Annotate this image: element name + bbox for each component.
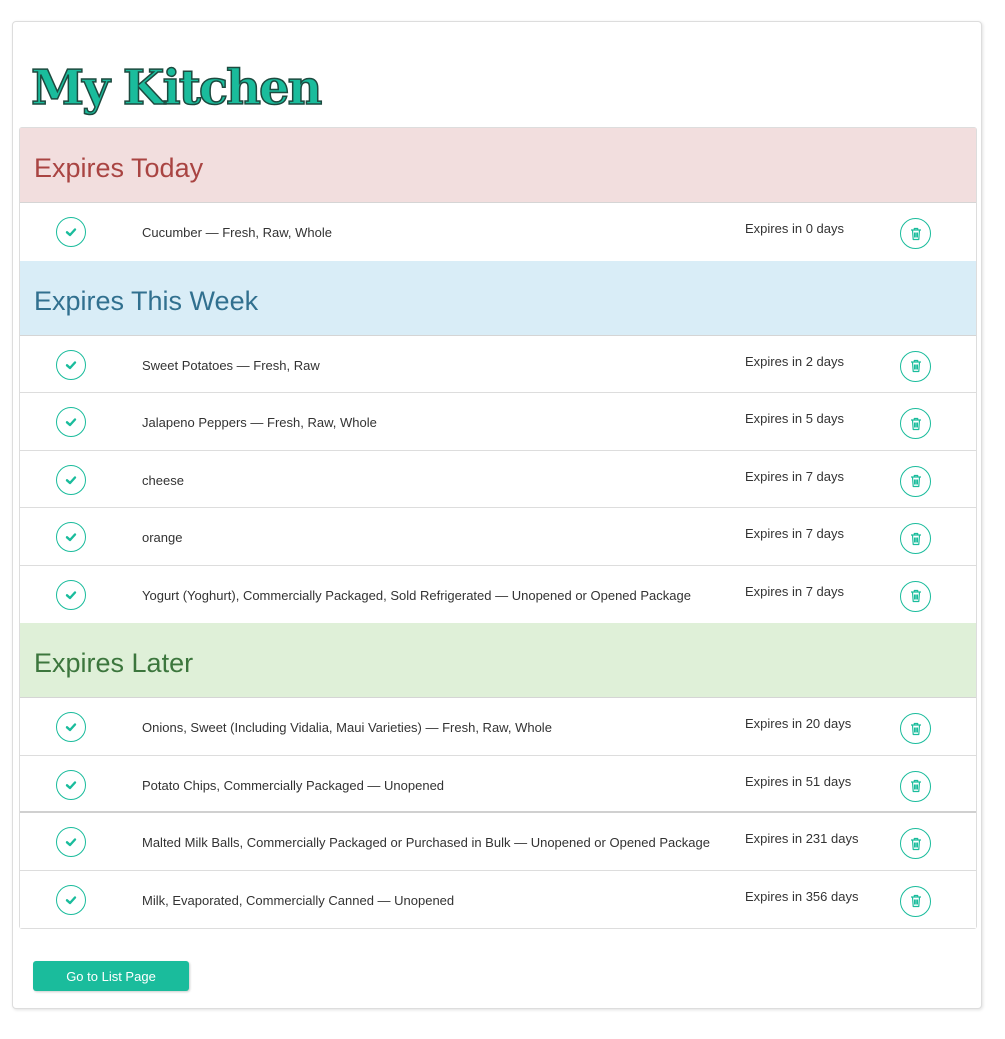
- list-item: Yogurt (Yoghurt), Commercially Packaged,…: [20, 565, 976, 623]
- expiry-text: Expires in 7 days: [745, 468, 844, 484]
- list-item: Malted Milk Balls, Commercially Packaged…: [20, 813, 976, 871]
- list-item: Sweet Potatoes — Fresh, Raw Expires in 2…: [20, 335, 976, 393]
- check-icon[interactable]: [56, 407, 86, 437]
- trash-icon[interactable]: [900, 580, 931, 612]
- item-name: Cucumber — Fresh, Raw, Whole: [142, 225, 333, 240]
- item-name: Milk, Evaporated, Commercially Canned — …: [142, 892, 455, 908]
- item-name: Jalapeno Peppers — Fresh, Raw, Whole: [142, 415, 377, 430]
- item-name: Sweet Potatoes — Fresh, Raw: [142, 357, 320, 373]
- page-title: My Kitchen: [30, 59, 323, 117]
- item-name: Malted Milk Balls, Commercially Packaged…: [142, 835, 710, 850]
- expiry-text: Expires in 0 days: [745, 221, 844, 236]
- list-item: Jalapeno Peppers — Fresh, Raw, Whole Exp…: [20, 393, 976, 451]
- item-name: Yogurt (Yoghurt), Commercially Packaged,…: [142, 587, 691, 603]
- trash-icon[interactable]: [900, 713, 931, 744]
- section-header-week: Expires This Week: [20, 260, 976, 336]
- check-icon[interactable]: [56, 464, 86, 495]
- list-item: orange Expires in 7 days: [20, 508, 976, 566]
- item-name: orange: [142, 530, 183, 545]
- trash-icon[interactable]: [900, 523, 931, 554]
- section-header-later: Expires Later: [20, 623, 976, 698]
- trash-icon[interactable]: [900, 885, 931, 917]
- check-icon[interactable]: [56, 522, 86, 552]
- trash-icon[interactable]: [900, 218, 931, 249]
- item-name: cheese: [142, 472, 184, 488]
- trash-icon[interactable]: [900, 350, 931, 382]
- item-name: Onions, Sweet (Including Vidalia, Maui V…: [142, 720, 552, 735]
- check-icon[interactable]: [56, 349, 86, 380]
- trash-icon[interactable]: [900, 828, 931, 859]
- expiry-text: Expires in 7 days: [745, 526, 844, 541]
- expiry-text: Expires in 231 days: [745, 831, 859, 846]
- section-header-today: Expires Today: [20, 128, 976, 203]
- item-name: Potato Chips, Commercially Packaged — Un…: [142, 777, 445, 793]
- trash-icon[interactable]: [900, 408, 931, 439]
- trash-icon[interactable]: [900, 770, 931, 802]
- kitchen-card: My Kitchen Expires Today Cucumber — Fres…: [12, 21, 982, 1009]
- expiry-text: Expires in 7 days: [745, 583, 844, 599]
- trash-icon[interactable]: [900, 465, 931, 497]
- list-item: Potato Chips, Commercially Packaged — Un…: [20, 755, 976, 813]
- check-icon[interactable]: [56, 827, 86, 857]
- expiry-text: Expires in 51 days: [745, 773, 852, 789]
- list-item: Cucumber — Fresh, Raw, Whole Expires in …: [20, 203, 976, 261]
- check-icon[interactable]: [56, 579, 86, 610]
- check-icon[interactable]: [56, 769, 86, 800]
- list-item: cheese Expires in 7 days: [20, 450, 976, 508]
- expiry-list: Expires Today Cucumber — Fresh, Raw, Who…: [19, 127, 977, 929]
- check-icon[interactable]: [56, 712, 86, 742]
- go-to-list-button[interactable]: Go to List Page: [33, 961, 189, 991]
- expiry-text: Expires in 5 days: [745, 411, 844, 426]
- expiry-text: Expires in 356 days: [745, 888, 859, 904]
- expiry-text: Expires in 2 days: [745, 353, 844, 369]
- expiry-text: Expires in 20 days: [745, 716, 852, 731]
- list-item: Onions, Sweet (Including Vidalia, Maui V…: [20, 698, 976, 756]
- list-item: Milk, Evaporated, Commercially Canned — …: [20, 870, 976, 928]
- check-icon[interactable]: [56, 884, 86, 915]
- check-icon[interactable]: [56, 217, 86, 247]
